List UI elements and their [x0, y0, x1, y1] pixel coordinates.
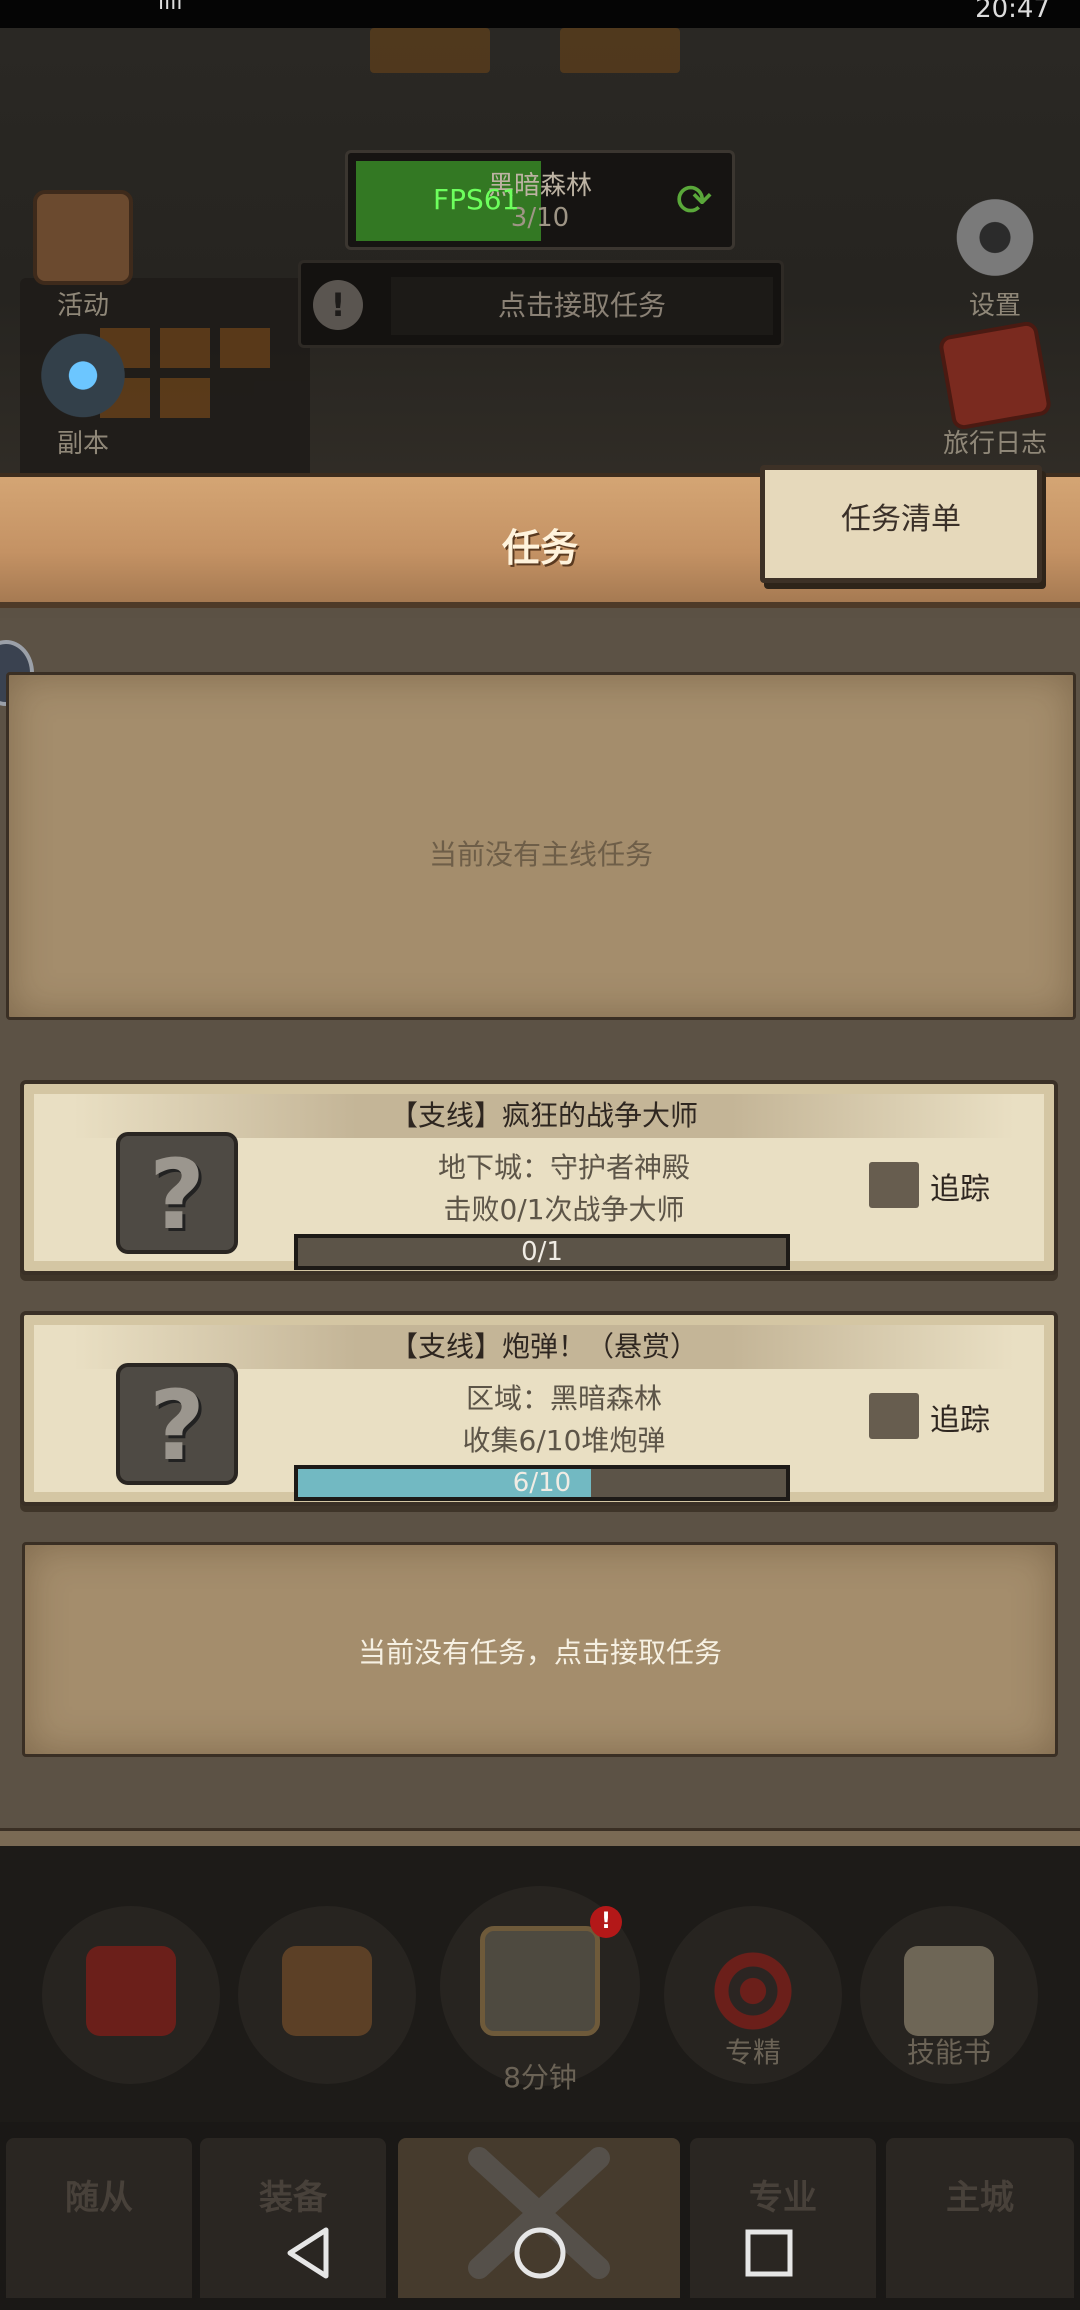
- activity-icon: [33, 190, 133, 285]
- quest-progress-text: 6/10: [512, 1468, 572, 1498]
- settings-label: 设置: [968, 291, 1021, 321]
- skill-book-label: 技能书: [906, 2036, 991, 2069]
- quest-progress-text: 0/1: [521, 1237, 563, 1267]
- track-label[interactable]: 追踪: [930, 1164, 990, 1208]
- quest-unknown-icon: ?: [116, 1132, 238, 1254]
- game-top-area: 黑暗森林 3/10 FPS61 ⟳ ! 点击接取任务 活动 副本 设置 旅行日志: [0, 28, 1080, 473]
- task-list-label: 任务清单: [841, 502, 961, 537]
- travel-journal-button[interactable]: 旅行日志: [930, 320, 1060, 460]
- skill-book-icon: [904, 1946, 994, 2036]
- recent-apps-icon[interactable]: [736, 2220, 802, 2286]
- panel-header: 任务 任务清单: [0, 465, 1080, 608]
- travel-journal-label: 旅行日志: [942, 429, 1047, 459]
- track-checkbox[interactable]: [869, 1162, 919, 1208]
- quest-location: 区域：黑暗森林: [465, 1382, 662, 1415]
- dungeon-button[interactable]: 副本: [18, 328, 148, 460]
- region-progress-box[interactable]: 黑暗森林 3/10 FPS61 ⟳: [345, 150, 735, 250]
- home-icon[interactable]: [507, 2220, 573, 2286]
- quest-card[interactable]: 【支线】炮弹！（悬赏） ? 区域：黑暗森林 收集6/10堆炮弹 6/10 追踪: [20, 1311, 1058, 1506]
- activity-label: 活动: [56, 291, 109, 321]
- activity-button[interactable]: 活动: [18, 190, 148, 322]
- background-crate: [560, 28, 680, 73]
- target-icon: [708, 1946, 798, 2036]
- empty-quest-text: 当前没有任务，点击接取任务: [357, 1636, 722, 1669]
- gear-icon: [945, 190, 1045, 285]
- accept-quest-label: 点击接取任务: [391, 277, 773, 335]
- notification-badge: !: [590, 1906, 622, 1938]
- journal-icon: [937, 320, 1053, 431]
- signal-indicator: ılıl: [158, 0, 183, 15]
- bread-icon: [282, 1946, 372, 2036]
- track-label[interactable]: 追踪: [930, 1395, 990, 1439]
- quest-progress-bar: 6/10: [294, 1465, 790, 1501]
- potion-icon: [86, 1946, 176, 2036]
- alert-icon: !: [313, 280, 363, 330]
- status-bar: ılıl 20:47: [0, 0, 1080, 28]
- fps-counter: FPS61: [433, 183, 520, 216]
- track-checkbox[interactable]: [869, 1393, 919, 1439]
- refresh-icon[interactable]: ⟳: [668, 175, 720, 227]
- main-quest-empty-text: 当前没有主线任务: [428, 838, 653, 871]
- panel-bottom-edge: [0, 1828, 1080, 1846]
- task-list-button[interactable]: 任务清单: [760, 465, 1042, 583]
- quest-location: 地下城：守护者神殿: [437, 1151, 690, 1184]
- main-quest-empty-card: 当前没有主线任务: [6, 672, 1076, 1020]
- back-icon[interactable]: [276, 2220, 342, 2286]
- background-crate: [370, 28, 490, 73]
- empty-quest-slot[interactable]: 当前没有任务，点击接取任务: [22, 1542, 1058, 1757]
- quest-unknown-icon: ?: [116, 1363, 238, 1485]
- quest-objective: 击败0/1次战争大师: [443, 1193, 685, 1226]
- specialization-button[interactable]: 专精: [664, 1906, 842, 2084]
- dungeon-portal-icon: [33, 328, 133, 423]
- skill-book-button[interactable]: 技能书: [860, 1906, 1038, 2084]
- clock: 20:47: [975, 0, 1050, 24]
- specialization-label: 专精: [724, 2036, 781, 2069]
- chest-icon: [480, 1926, 600, 2036]
- quest-objective: 收集6/10堆炮弹: [462, 1424, 666, 1457]
- settings-button[interactable]: 设置: [930, 190, 1060, 322]
- quest-card[interactable]: 【支线】疯狂的战争大师 ? 地下城：守护者神殿 击败0/1次战争大师 0/1 追…: [20, 1080, 1058, 1275]
- system-nav-bar: [0, 2200, 1080, 2310]
- accept-quest-bar[interactable]: ! 点击接取任务: [298, 260, 784, 348]
- quest-progress-bar: 0/1: [294, 1234, 790, 1270]
- dungeon-label: 副本: [56, 429, 109, 459]
